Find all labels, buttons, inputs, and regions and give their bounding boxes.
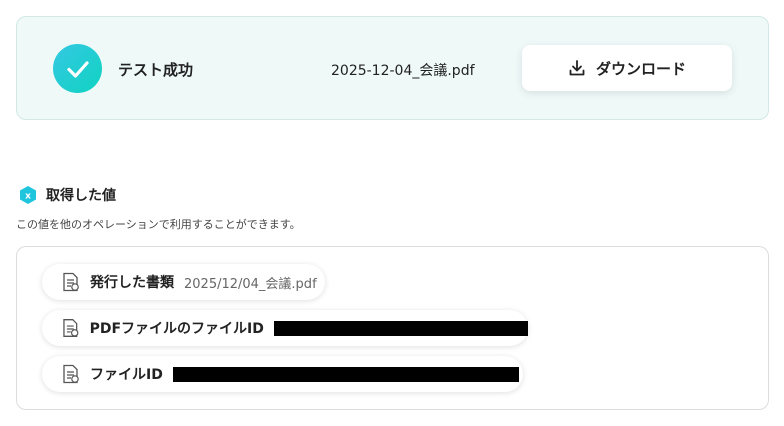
variable-hex-icon: x xyxy=(20,186,36,204)
download-icon xyxy=(569,60,585,76)
value-pill-issued-document[interactable]: 発行した書類 2025/12/04_会議.pdf xyxy=(42,264,325,300)
value-name: PDFファイルのファイルID xyxy=(89,321,264,337)
test-result-card: テスト成功 2025-12-04_会議.pdf ダウンロード xyxy=(16,16,769,120)
redacted-value xyxy=(273,320,528,336)
value-pill-file-id[interactable]: ファイルID xyxy=(42,356,523,392)
value-name: ファイルID xyxy=(90,367,163,383)
download-button-label: ダウンロード xyxy=(595,59,686,78)
test-status-label: テスト成功 xyxy=(118,61,194,79)
value-pill-pdf-file-id[interactable]: PDFファイルのファイルID xyxy=(42,310,528,346)
svg-text:x: x xyxy=(25,192,31,202)
download-button[interactable]: ダウンロード xyxy=(522,45,732,91)
redacted-value xyxy=(172,366,519,382)
section-title: 取得した値 xyxy=(46,188,116,204)
result-file-name: 2025-12-04_会議.pdf xyxy=(331,63,475,79)
section-description: この値を他のオペレーションで利用することができます。 xyxy=(16,218,301,231)
document-icon xyxy=(63,272,79,292)
value-name: 発行した書類 xyxy=(90,275,174,291)
section-header: x 取得した値 xyxy=(18,185,116,205)
success-check-icon xyxy=(53,44,102,93)
value-text: 2025/12/04_会議.pdf xyxy=(184,276,317,292)
document-icon xyxy=(63,319,79,337)
document-icon xyxy=(63,364,79,384)
